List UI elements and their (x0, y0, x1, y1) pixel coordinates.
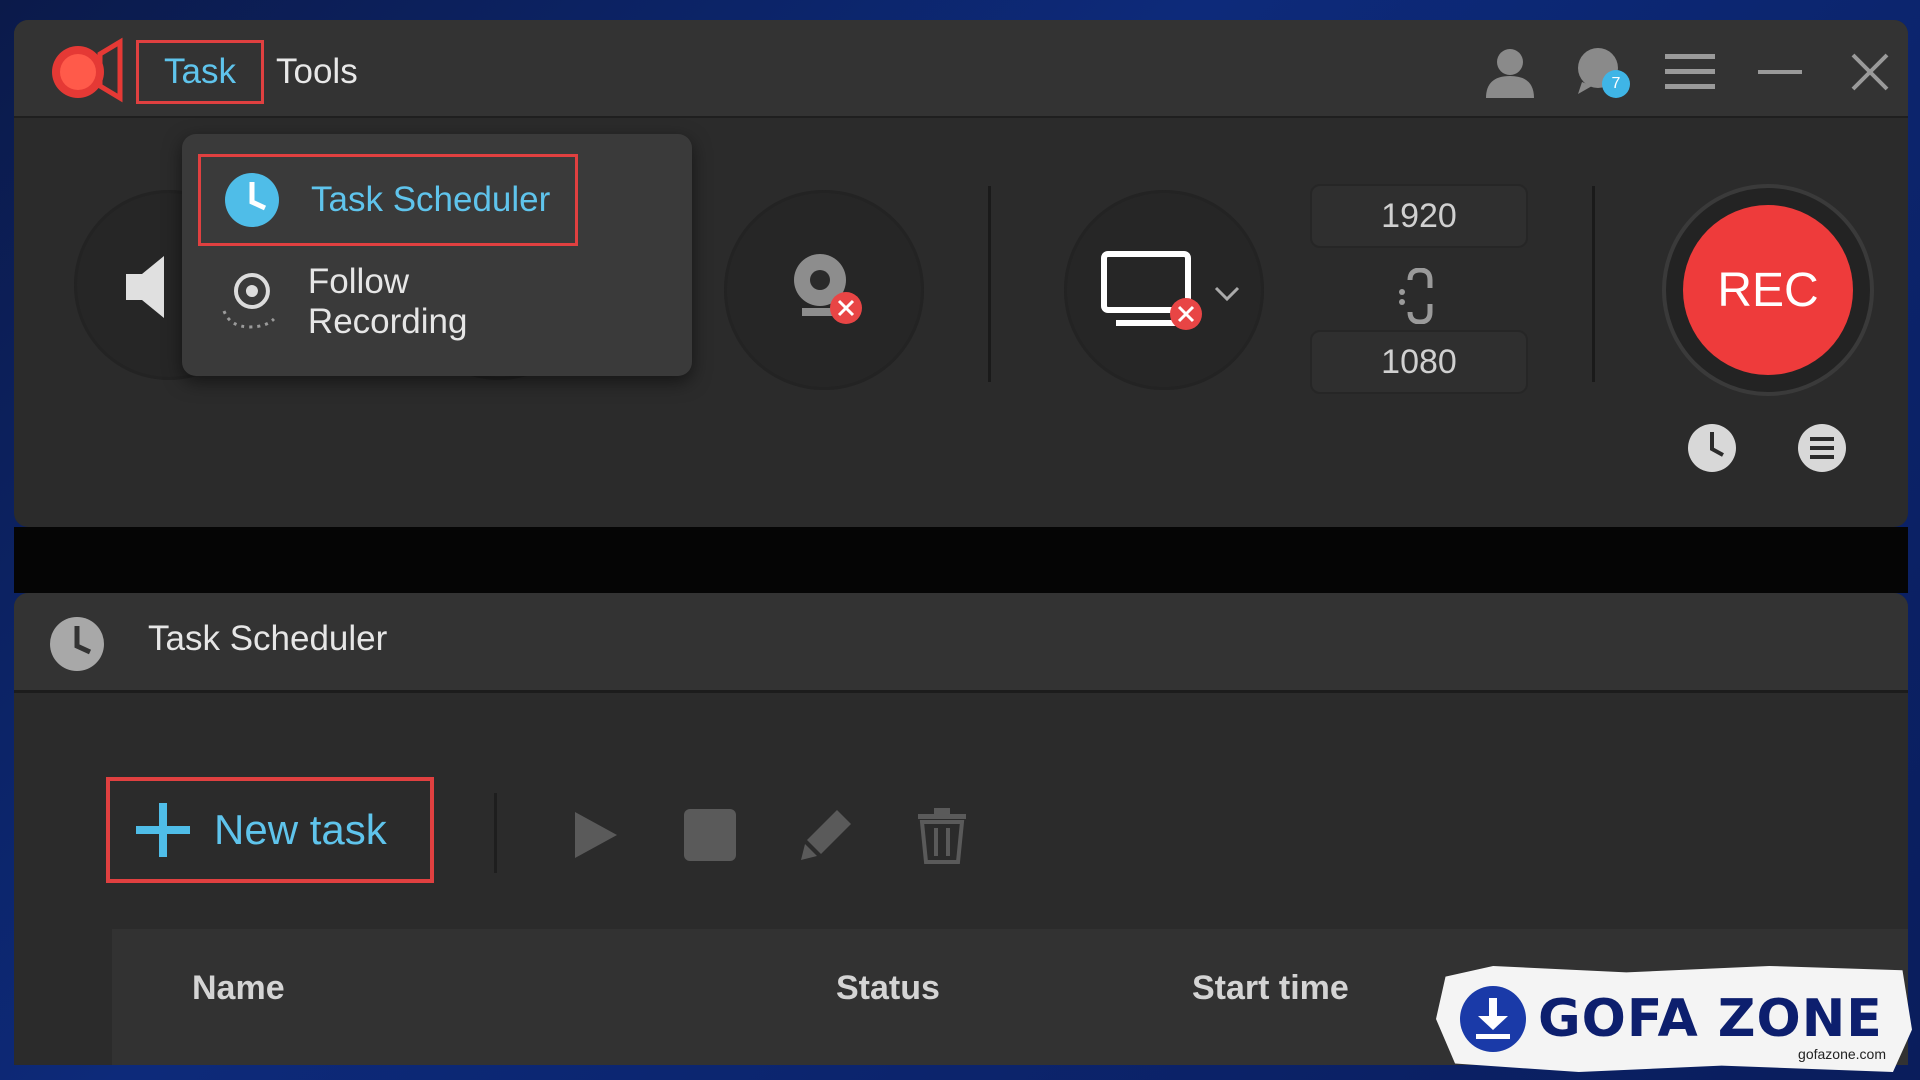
rec-button[interactable]: REC (1683, 205, 1853, 375)
plus-icon (136, 803, 190, 857)
new-task-label: New task (214, 806, 387, 853)
webcam-icon (794, 254, 862, 324)
column-header-start-time[interactable]: Start time (1192, 969, 1349, 1008)
notification-badge: 7 (1602, 70, 1630, 98)
menu-item-task-scheduler[interactable]: Task Scheduler (198, 154, 578, 246)
close-icon[interactable] (1840, 42, 1900, 102)
chevron-down-icon[interactable] (1214, 286, 1240, 302)
menu-item-label: Follow Recording (307, 262, 468, 341)
divider (1592, 186, 1595, 382)
divider (494, 793, 497, 873)
account-icon[interactable] (1480, 42, 1540, 102)
edit-icon[interactable] (796, 805, 856, 865)
menu-task[interactable]: Task (136, 40, 264, 104)
webcam-toggle[interactable] (724, 190, 924, 390)
recording-list-icon[interactable] (1796, 422, 1848, 479)
task-scheduler-header: Task Scheduler (14, 593, 1908, 693)
page-title: Task Scheduler (148, 619, 388, 658)
window-gap (14, 527, 1908, 593)
title-bar: Task Tools 7 (14, 20, 1908, 118)
app-logo-icon (48, 36, 126, 104)
width-field[interactable]: 1920 (1310, 184, 1528, 248)
monitor-icon (1101, 251, 1202, 330)
menu-item-label: Task Scheduler (311, 180, 551, 219)
menu-tools[interactable]: Tools (276, 40, 358, 104)
clock-icon (225, 173, 279, 227)
play-icon[interactable] (564, 805, 624, 865)
minimize-icon[interactable] (1750, 42, 1810, 102)
schedule-clock-icon[interactable] (1686, 422, 1738, 479)
watermark: GOFA ZONE gofazone.com (1436, 966, 1912, 1072)
new-task-button[interactable]: New task (106, 777, 434, 883)
follow-recording-icon (222, 273, 275, 329)
messages-icon[interactable]: 7 (1570, 42, 1630, 102)
column-header-status[interactable]: Status (836, 969, 940, 1008)
task-dropdown-menu: Task Scheduler Follow Recording (182, 134, 692, 376)
watermark-text: GOFA ZONE (1538, 989, 1883, 1049)
rec-button-ring: REC (1662, 184, 1874, 396)
delete-icon[interactable] (912, 805, 972, 865)
height-field[interactable]: 1080 (1310, 330, 1528, 394)
column-header-name[interactable]: Name (192, 969, 285, 1008)
divider (988, 186, 991, 382)
watermark-sub: gofazone.com (1798, 1046, 1886, 1062)
aspect-lock-icon[interactable] (1394, 267, 1444, 329)
download-logo-icon (1460, 986, 1526, 1052)
clock-icon (50, 617, 104, 671)
menu-icon[interactable] (1660, 42, 1720, 102)
screen-source-toggle[interactable] (1064, 190, 1264, 390)
menu-item-follow-recording[interactable]: Follow Recording (198, 256, 578, 348)
recorder-window: Task Tools 7 1920 1080 REC Task Schedule… (14, 20, 1908, 527)
stop-icon[interactable] (680, 805, 740, 865)
